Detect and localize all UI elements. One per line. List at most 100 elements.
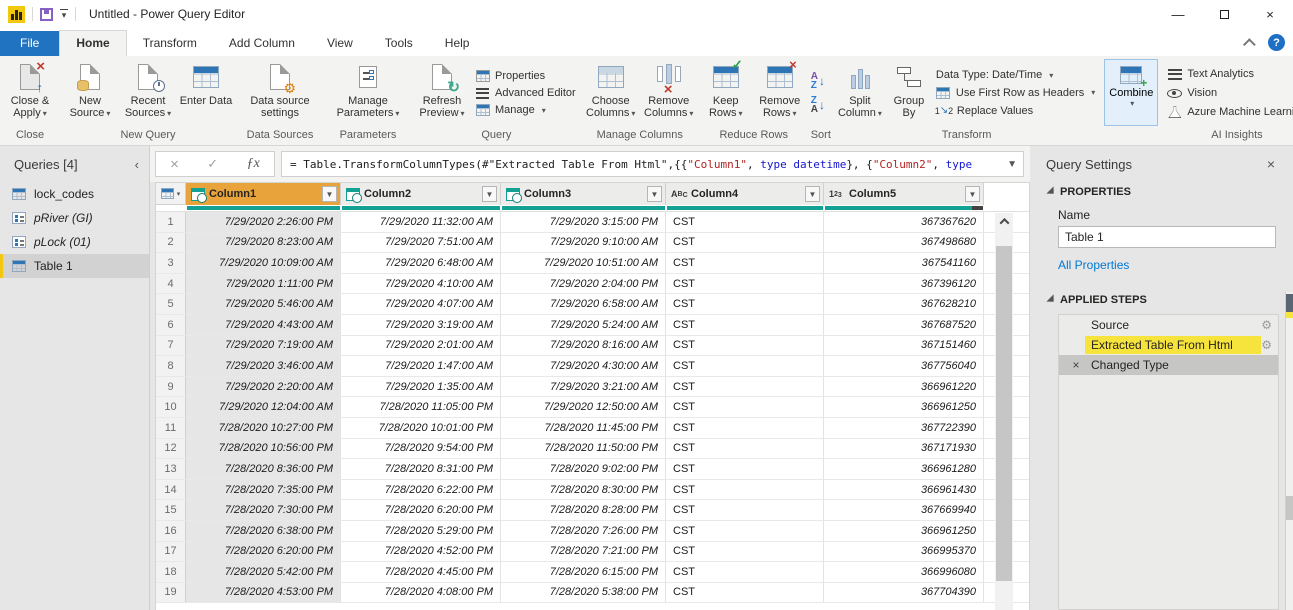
cell-column4[interactable]: CST (666, 294, 824, 314)
cell-column2[interactable]: 7/29/2020 6:48:00 AM (341, 253, 501, 273)
applied-step-extracted-table-from-html[interactable]: Extracted Table From Html⚙ (1059, 335, 1278, 355)
column-header-column3[interactable]: Column3▼ (501, 183, 666, 205)
cell-column2[interactable]: 7/28/2020 11:05:00 PM (341, 397, 501, 417)
cell-column3[interactable]: 7/29/2020 10:51:00 AM (501, 253, 666, 273)
cell-column1[interactable]: 7/29/2020 1:11:00 PM (186, 274, 341, 294)
query-item-table-1[interactable]: Table 1 (0, 254, 149, 278)
row-number[interactable]: 14 (156, 480, 186, 500)
cell-column4[interactable]: CST (666, 356, 824, 376)
cell-column2[interactable]: 7/29/2020 4:07:00 AM (341, 294, 501, 314)
cell-column2[interactable]: 7/28/2020 8:31:00 PM (341, 459, 501, 479)
text-analytics-button[interactable]: Text Analytics (1164, 67, 1293, 82)
delete-step-icon[interactable]: × (1067, 358, 1085, 372)
menu-tab-transform[interactable]: Transform (127, 31, 213, 56)
query-name-input[interactable] (1058, 226, 1276, 248)
manage-button[interactable]: Manage▾ (472, 103, 579, 118)
keep-rows-button[interactable]: ✓ Keep Rows▾ (701, 59, 751, 127)
cell-column3[interactable]: 7/28/2020 8:30:00 PM (501, 480, 666, 500)
cell-column3[interactable]: 7/28/2020 7:26:00 PM (501, 521, 666, 541)
column-filter-dropdown-icon[interactable]: ▼ (805, 186, 820, 202)
cell-column3[interactable]: 7/28/2020 6:15:00 PM (501, 562, 666, 582)
row-number[interactable]: 12 (156, 439, 186, 459)
cell-column5[interactable]: 366961250 (824, 521, 984, 541)
cell-column4[interactable]: CST (666, 418, 824, 438)
all-properties-link[interactable]: All Properties (1058, 258, 1279, 272)
data-source-settings-button[interactable]: ⚙ Data source settings (238, 59, 322, 127)
cell-column5[interactable]: 367704390 (824, 583, 984, 603)
row-number[interactable]: 16 (156, 521, 186, 541)
cell-column3[interactable]: 7/29/2020 4:30:00 AM (501, 356, 666, 376)
column-header-column4[interactable]: ABCColumn4▼ (666, 183, 824, 205)
column-filter-dropdown-icon[interactable]: ▼ (965, 186, 980, 202)
use-first-row-as-headers-button[interactable]: Use First Row as Headers▾ (933, 85, 1098, 100)
cell-column3[interactable]: 7/29/2020 3:15:00 PM (501, 212, 666, 232)
cell-column3[interactable]: 7/29/2020 3:21:00 AM (501, 377, 666, 397)
combine-button[interactable]: + Combine ▾ (1104, 59, 1158, 126)
enter-data-button[interactable]: Enter Data (178, 59, 234, 127)
formula-accept-icon[interactable]: ✓ (207, 156, 218, 172)
row-number[interactable]: 13 (156, 459, 186, 479)
cell-column1[interactable]: 7/28/2020 10:56:00 PM (186, 439, 341, 459)
datetime-type-icon[interactable] (506, 188, 520, 201)
cell-column2[interactable]: 7/28/2020 9:54:00 PM (341, 439, 501, 459)
cell-column4[interactable]: CST (666, 542, 824, 562)
cell-column5[interactable]: 367722390 (824, 418, 984, 438)
cell-column4[interactable]: CST (666, 253, 824, 273)
step-settings-gear-icon[interactable]: ⚙ (1261, 338, 1272, 352)
cell-column4[interactable]: CST (666, 212, 824, 232)
grid-select-all-button[interactable]: ▾ (156, 183, 186, 205)
cell-column2[interactable]: 7/29/2020 4:10:00 AM (341, 274, 501, 294)
remove-columns-button[interactable]: × Remove Columns▾ (641, 59, 697, 127)
cell-column3[interactable]: 7/28/2020 9:02:00 PM (501, 459, 666, 479)
recent-sources-button[interactable]: Recent Sources▾ (120, 59, 176, 127)
cell-column1[interactable]: 7/28/2020 6:38:00 PM (186, 521, 341, 541)
minimize-button[interactable]: — (1155, 0, 1201, 28)
cell-column4[interactable]: CST (666, 377, 824, 397)
cell-column1[interactable]: 7/29/2020 2:20:00 AM (186, 377, 341, 397)
cell-column1[interactable]: 7/29/2020 5:46:00 AM (186, 294, 341, 314)
quick-access-toolbar-dropdown-icon[interactable]: ▾ (60, 9, 68, 20)
cell-column3[interactable]: 7/29/2020 5:24:00 AM (501, 315, 666, 335)
cell-column1[interactable]: 7/28/2020 10:27:00 PM (186, 418, 341, 438)
row-number[interactable]: 8 (156, 356, 186, 376)
properties-section-header[interactable]: PROPERTIES (1046, 186, 1279, 198)
cell-column2[interactable]: 7/29/2020 11:32:00 AM (341, 212, 501, 232)
menu-tab-view[interactable]: View (311, 31, 369, 56)
sort-descending-button[interactable]: ZA↓ (811, 96, 825, 114)
cell-column1[interactable]: 7/28/2020 8:36:00 PM (186, 459, 341, 479)
cell-column4[interactable]: CST (666, 439, 824, 459)
cell-column5[interactable]: 366961220 (824, 377, 984, 397)
row-number[interactable]: 7 (156, 336, 186, 356)
row-number[interactable]: 10 (156, 397, 186, 417)
remove-rows-button[interactable]: × Remove Rows▾ (753, 59, 807, 127)
cell-column5[interactable]: 367367620 (824, 212, 984, 232)
cell-column5[interactable]: 367498680 (824, 233, 984, 253)
formula-expand-icon[interactable]: ▼ (1007, 159, 1017, 170)
datetime-type-icon[interactable] (346, 188, 360, 201)
properties-button[interactable]: Properties (472, 69, 579, 84)
grid-vertical-scrollbar[interactable] (995, 213, 1013, 610)
scrollbar-thumb[interactable] (996, 246, 1012, 581)
row-number[interactable]: 5 (156, 294, 186, 314)
column-header-column1[interactable]: Column1▼ (186, 183, 341, 205)
row-number[interactable]: 2 (156, 233, 186, 253)
cell-column4[interactable]: CST (666, 521, 824, 541)
row-number[interactable]: 15 (156, 500, 186, 520)
data-type-dropdown[interactable]: Data Type: Date/Time▾ (933, 68, 1098, 82)
cell-column2[interactable]: 7/28/2020 10:01:00 PM (341, 418, 501, 438)
cell-column3[interactable]: 7/28/2020 11:45:00 PM (501, 418, 666, 438)
cell-column4[interactable]: CST (666, 562, 824, 582)
vision-button[interactable]: Vision (1164, 86, 1293, 101)
cell-column1[interactable]: 7/28/2020 7:35:00 PM (186, 480, 341, 500)
cell-column2[interactable]: 7/28/2020 4:52:00 PM (341, 542, 501, 562)
cell-column4[interactable]: CST (666, 397, 824, 417)
row-number[interactable]: 4 (156, 274, 186, 294)
choose-columns-button[interactable]: Choose Columns▾ (583, 59, 639, 127)
cell-column2[interactable]: 7/28/2020 5:29:00 PM (341, 521, 501, 541)
manage-parameters-button[interactable]: Manage Parameters▾ (326, 59, 410, 127)
cell-column3[interactable]: 7/28/2020 8:28:00 PM (501, 500, 666, 520)
text-type-icon[interactable]: ABC (671, 188, 687, 201)
cell-column1[interactable]: 7/29/2020 4:43:00 AM (186, 315, 341, 335)
group-by-button[interactable]: Group By (887, 59, 931, 127)
column-filter-dropdown-icon[interactable]: ▼ (647, 186, 662, 202)
